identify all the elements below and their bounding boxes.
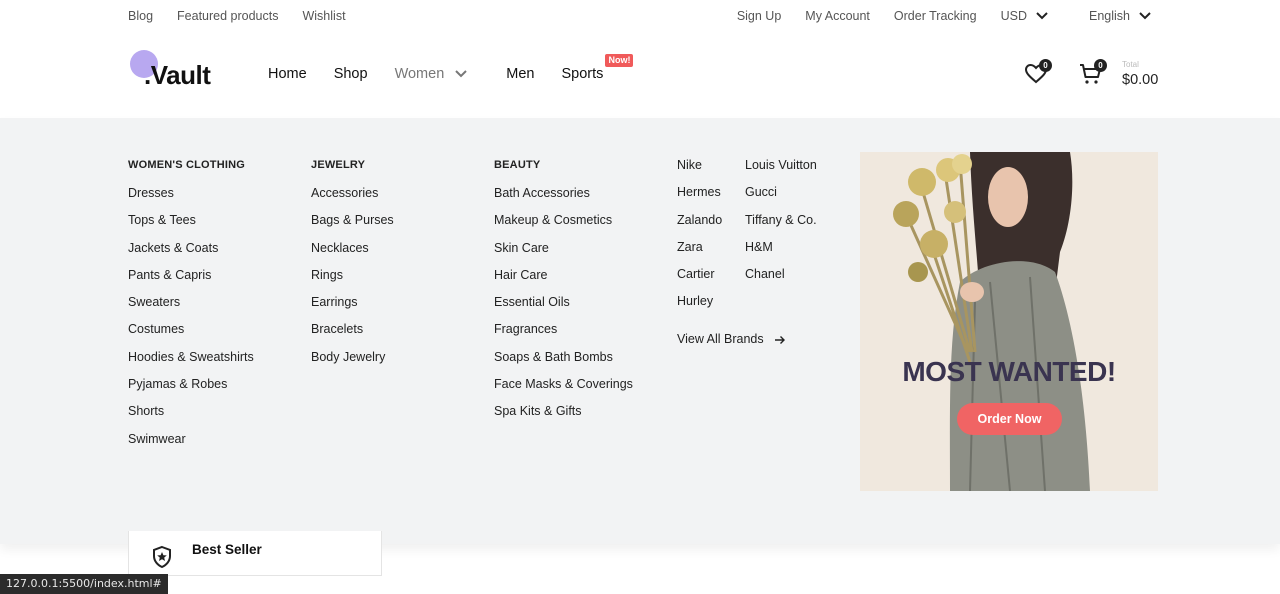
list-item[interactable]: Rings: [311, 268, 394, 295]
brand-link[interactable]: Tiffany & Co.: [745, 213, 817, 240]
brand-link[interactable]: Hermes: [677, 185, 722, 212]
cart-total-label: Total: [1122, 60, 1139, 69]
jewelry-column: JEWELRY Accessories Bags & Purses Neckla…: [311, 158, 394, 377]
list-item[interactable]: Skin Care: [494, 241, 633, 268]
cart-total-value: $0.00: [1122, 72, 1159, 88]
list-item[interactable]: Bracelets: [311, 322, 394, 349]
clothing-heading: WOMEN'S CLOTHING: [128, 159, 246, 171]
list-item[interactable]: Bags & Purses: [311, 213, 394, 240]
wishlist-count-badge: 0: [1039, 59, 1052, 72]
heart-icon: [1024, 63, 1048, 90]
nav-men[interactable]: Men: [506, 66, 534, 82]
list-item[interactable]: Shorts: [128, 404, 254, 431]
wishlist-button[interactable]: 0: [1024, 59, 1052, 90]
nav-home[interactable]: Home: [268, 66, 307, 82]
order-now-button[interactable]: Order Now: [957, 403, 1062, 435]
brand-link[interactable]: Cartier: [677, 267, 722, 294]
chevron-down-icon: [454, 69, 468, 79]
list-item[interactable]: Makeup & Cosmetics: [494, 213, 633, 240]
site-logo[interactable]: .Vault: [130, 50, 240, 90]
arrow-right-icon: [774, 334, 786, 344]
top-bar: Blog Featured products Wishlist Sign Up …: [0, 0, 1280, 32]
list-item[interactable]: Fragrances: [494, 322, 633, 349]
header-icons: 0 0 Total $0.00: [1024, 59, 1164, 102]
nav-sports-label: Sports: [561, 66, 604, 82]
brand-link[interactable]: Zara: [677, 240, 722, 267]
jewelry-heading: JEWELRY: [311, 159, 366, 171]
view-all-brands-label: View All Brands: [677, 332, 764, 346]
brands-column-a: Nike Hermes Zalando Zara Cartier Hurley: [677, 158, 722, 322]
list-item[interactable]: Costumes: [128, 322, 254, 349]
sign-up-link[interactable]: Sign Up: [737, 9, 781, 23]
list-item[interactable]: Bath Accessories: [494, 186, 633, 213]
clothing-column: WOMEN'S CLOTHING Dresses Tops & Tees Jac…: [128, 158, 254, 459]
chevron-down-icon: [1138, 11, 1152, 21]
best-seller-label: Best Seller: [192, 542, 262, 557]
list-item[interactable]: Face Masks & Coverings: [494, 377, 633, 404]
currency-value: USD: [1000, 9, 1027, 23]
list-item[interactable]: Hair Care: [494, 268, 633, 295]
nav-women-label: Women: [394, 66, 445, 82]
nav-sports[interactable]: Sports Now!: [561, 54, 634, 82]
list-item[interactable]: Hoodies & Sweatshirts: [128, 350, 254, 377]
featured-products-link[interactable]: Featured products: [177, 9, 278, 23]
main-nav: Home Shop Women Men Sports Now!: [268, 54, 634, 82]
list-item[interactable]: Swimwear: [128, 432, 254, 459]
list-item[interactable]: Pants & Capris: [128, 268, 254, 295]
promo-title: MOST WANTED!: [902, 356, 1116, 387]
cart-icon: [1079, 64, 1103, 90]
my-account-link[interactable]: My Account: [805, 9, 870, 23]
brand-link[interactable]: H&M: [745, 240, 817, 267]
top-right-links: Sign Up My Account Order Tracking USD En…: [713, 9, 1152, 23]
view-all-brands-link[interactable]: View All Brands: [677, 332, 786, 346]
top-left-links: Blog Featured products Wishlist: [128, 9, 346, 23]
blog-link[interactable]: Blog: [128, 9, 153, 23]
list-item[interactable]: Soaps & Bath Bombs: [494, 350, 633, 377]
brand-link[interactable]: Hurley: [677, 294, 722, 321]
brand-link[interactable]: Chanel: [745, 267, 817, 294]
list-item[interactable]: Accessories: [311, 186, 394, 213]
chevron-down-icon: [1035, 11, 1049, 21]
list-item[interactable]: Jackets & Coats: [128, 241, 254, 268]
browser-status-url: 127.0.0.1:5500/index.html#: [0, 574, 168, 594]
beauty-heading: BEAUTY: [494, 159, 541, 171]
brand-link[interactable]: Louis Vuitton: [745, 158, 817, 185]
shield-star-icon: [151, 545, 173, 569]
brand-link[interactable]: Zalando: [677, 213, 722, 240]
brands-column-b: Louis Vuitton Gucci Tiffany & Co. H&M Ch…: [745, 158, 817, 294]
nav-women[interactable]: Women: [395, 66, 469, 82]
women-mega-menu: WOMEN'S CLOTHING Dresses Tops & Tees Jac…: [0, 118, 1280, 544]
list-item[interactable]: Tops & Tees: [128, 213, 254, 240]
list-item[interactable]: Essential Oils: [494, 295, 633, 322]
list-item[interactable]: Sweaters: [128, 295, 254, 322]
logo-text: .Vault: [144, 60, 211, 90]
page: Blog Featured products Wishlist Sign Up …: [0, 0, 1280, 594]
brand-link[interactable]: Nike: [677, 158, 722, 185]
list-item[interactable]: Earrings: [311, 295, 394, 322]
new-badge: Now!: [605, 54, 634, 67]
promo-photo: [893, 152, 1090, 491]
best-seller-box[interactable]: Best Seller: [128, 531, 382, 576]
beauty-column: BEAUTY Bath Accessories Makeup & Cosmeti…: [494, 158, 633, 432]
currency-select[interactable]: USD: [1001, 9, 1049, 23]
list-item[interactable]: Necklaces: [311, 241, 394, 268]
order-tracking-link[interactable]: Order Tracking: [894, 9, 977, 23]
list-item[interactable]: Body Jewelry: [311, 350, 394, 377]
list-item[interactable]: Pyjamas & Robes: [128, 377, 254, 404]
wishlist-link[interactable]: Wishlist: [302, 9, 345, 23]
nav-shop[interactable]: Shop: [334, 66, 368, 82]
promo-banner[interactable]: MOST WANTED! Order Now: [860, 152, 1158, 491]
list-item[interactable]: Dresses: [128, 186, 254, 213]
cart-count-badge: 0: [1094, 59, 1107, 72]
main-header: .Vault Home Shop Women Men Sports Now! 0…: [0, 32, 1280, 118]
language-select[interactable]: English: [1089, 9, 1152, 23]
brand-link[interactable]: Gucci: [745, 185, 817, 212]
cart-button[interactable]: 0: [1079, 59, 1107, 90]
language-value: English: [1089, 9, 1130, 23]
list-item[interactable]: Spa Kits & Gifts: [494, 404, 633, 431]
